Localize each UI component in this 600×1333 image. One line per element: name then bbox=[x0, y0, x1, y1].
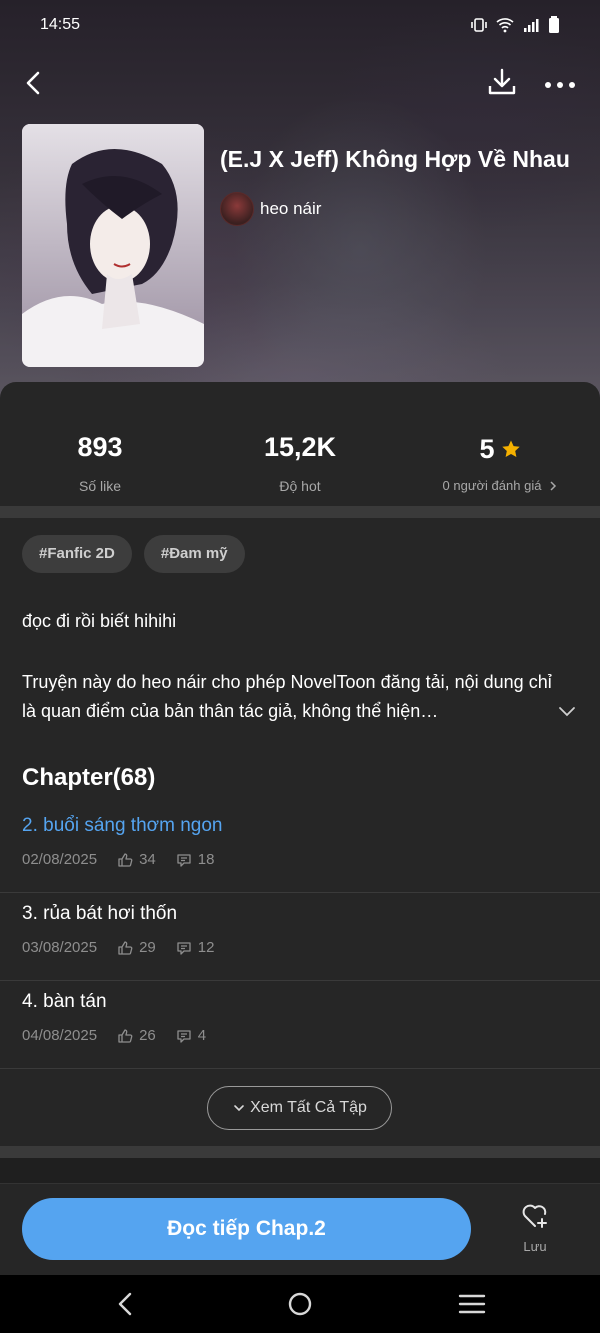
chapter-meta: 03/08/2025 29 12 bbox=[22, 939, 214, 956]
story-cover-image bbox=[22, 124, 204, 367]
status-time: 14:55 bbox=[40, 16, 81, 33]
thumbs-up-icon bbox=[118, 852, 133, 867]
continue-reading-button[interactable]: Đọc tiếp Chap.2 bbox=[22, 1198, 471, 1260]
stat-likes: 893 Số like bbox=[0, 432, 200, 494]
chapter-meta: 02/08/2025 34 18 bbox=[22, 851, 214, 868]
nav-back-icon bbox=[118, 1292, 132, 1316]
heart-plus-icon bbox=[522, 1204, 547, 1228]
nav-recents-icon bbox=[458, 1294, 486, 1314]
chevron-left-icon bbox=[26, 71, 40, 95]
chapter-title: 4. bàn tán bbox=[22, 991, 107, 1012]
status-bar: 14:55 bbox=[0, 0, 600, 52]
see-all-chapters-button[interactable]: Xem Tất Cả Tập bbox=[207, 1086, 392, 1130]
battery-icon bbox=[549, 16, 559, 33]
description-text: Truyện này do heo náir cho phép NovelToo… bbox=[22, 672, 552, 721]
chapter-likes: 29 bbox=[139, 939, 156, 956]
system-navigation-bar bbox=[0, 1275, 600, 1333]
tag-chip[interactable]: #Đam mỹ bbox=[143, 535, 245, 573]
chapter-row[interactable]: 4. bàn tán 04/08/2025 26 4 bbox=[0, 981, 600, 1069]
comment-icon bbox=[177, 1029, 191, 1043]
star-icon bbox=[501, 440, 520, 457]
tag-chip[interactable]: #Fanfic 2D bbox=[22, 535, 132, 573]
chapter-likes: 26 bbox=[139, 1027, 156, 1044]
section-divider bbox=[0, 1146, 600, 1158]
chapter-comments: 4 bbox=[197, 1027, 207, 1044]
chevron-down-icon bbox=[559, 707, 575, 717]
chapter-date: 04/08/2025 bbox=[22, 1027, 98, 1044]
stat-label: Số like bbox=[78, 478, 122, 494]
system-back-button[interactable] bbox=[106, 1289, 146, 1319]
nav-home-icon bbox=[288, 1292, 312, 1316]
expand-description-button[interactable] bbox=[556, 700, 578, 722]
stat-value: 15,2K bbox=[263, 432, 337, 462]
comment-icon bbox=[177, 853, 191, 867]
tag-list: #Fanfic 2D #Đam mỹ bbox=[22, 535, 245, 573]
stat-value: 893 bbox=[77, 432, 123, 462]
chapter-count-heading: Chapter(68) bbox=[22, 764, 156, 791]
chapter-comments: 18 bbox=[197, 851, 215, 868]
more-horizontal-icon bbox=[545, 82, 575, 88]
rating-value-row: 5 bbox=[400, 432, 600, 466]
chapter-date: 02/08/2025 bbox=[22, 851, 98, 868]
system-recents-button[interactable] bbox=[452, 1289, 492, 1319]
story-title: (E.J X Jeff) Không Hợp Về Nhau bbox=[220, 146, 570, 172]
comment-icon bbox=[177, 941, 191, 955]
chapter-title: 2. buổi sáng thơm ngon bbox=[22, 815, 223, 836]
see-all-label: Xem Tất Cả Tập bbox=[250, 1099, 367, 1116]
chapter-row[interactable]: 2. buổi sáng thơm ngon 02/08/2025 34 18 bbox=[0, 805, 600, 893]
author-name: heo náir bbox=[260, 199, 322, 218]
chapter-row[interactable]: 3. rủa bát hơi thốn 03/08/2025 29 12 bbox=[0, 893, 600, 981]
rating-label-row: 0 người đánh giá bbox=[400, 478, 600, 493]
avatar bbox=[220, 192, 254, 226]
rating-value: 5 bbox=[479, 433, 495, 464]
stat-label: Độ hot bbox=[279, 478, 321, 494]
system-home-button[interactable] bbox=[280, 1289, 320, 1319]
chapter-meta: 04/08/2025 26 4 bbox=[22, 1027, 206, 1044]
back-button[interactable] bbox=[18, 64, 50, 100]
status-icons bbox=[470, 16, 560, 34]
download-icon bbox=[488, 68, 516, 95]
chevron-right-icon bbox=[550, 480, 557, 491]
chapter-likes: 34 bbox=[139, 851, 156, 868]
chapter-comments: 12 bbox=[197, 939, 215, 956]
chapter-title: 3. rủa bát hơi thốn bbox=[22, 903, 178, 924]
stat-label: 0 người đánh giá bbox=[442, 478, 542, 493]
stat-hot: 15,2K Độ hot bbox=[200, 432, 400, 494]
stat-rating[interactable]: 5 0 người đánh giá bbox=[400, 432, 600, 493]
stats-row: 893 Số like 15,2K Độ hot 5 0 người đánh … bbox=[0, 420, 600, 506]
save-to-library-button[interactable]: Lưu bbox=[505, 1202, 565, 1262]
thumbs-up-icon bbox=[118, 940, 133, 955]
save-label: Lưu bbox=[523, 1239, 547, 1254]
section-divider bbox=[0, 506, 600, 518]
description-summary: đọc đi rồi biết hihihi bbox=[22, 611, 177, 631]
signal-icon bbox=[524, 19, 539, 32]
chapter-date: 03/08/2025 bbox=[22, 939, 98, 956]
top-app-bar bbox=[0, 60, 600, 104]
author-link[interactable]: heo náir bbox=[220, 192, 321, 226]
wifi-icon bbox=[496, 18, 514, 33]
thumbs-up-icon bbox=[118, 1028, 133, 1043]
vibrate-icon bbox=[471, 18, 487, 32]
download-button[interactable] bbox=[484, 64, 520, 100]
chevron-down-icon bbox=[234, 1105, 244, 1112]
more-options-button[interactable] bbox=[540, 64, 580, 100]
